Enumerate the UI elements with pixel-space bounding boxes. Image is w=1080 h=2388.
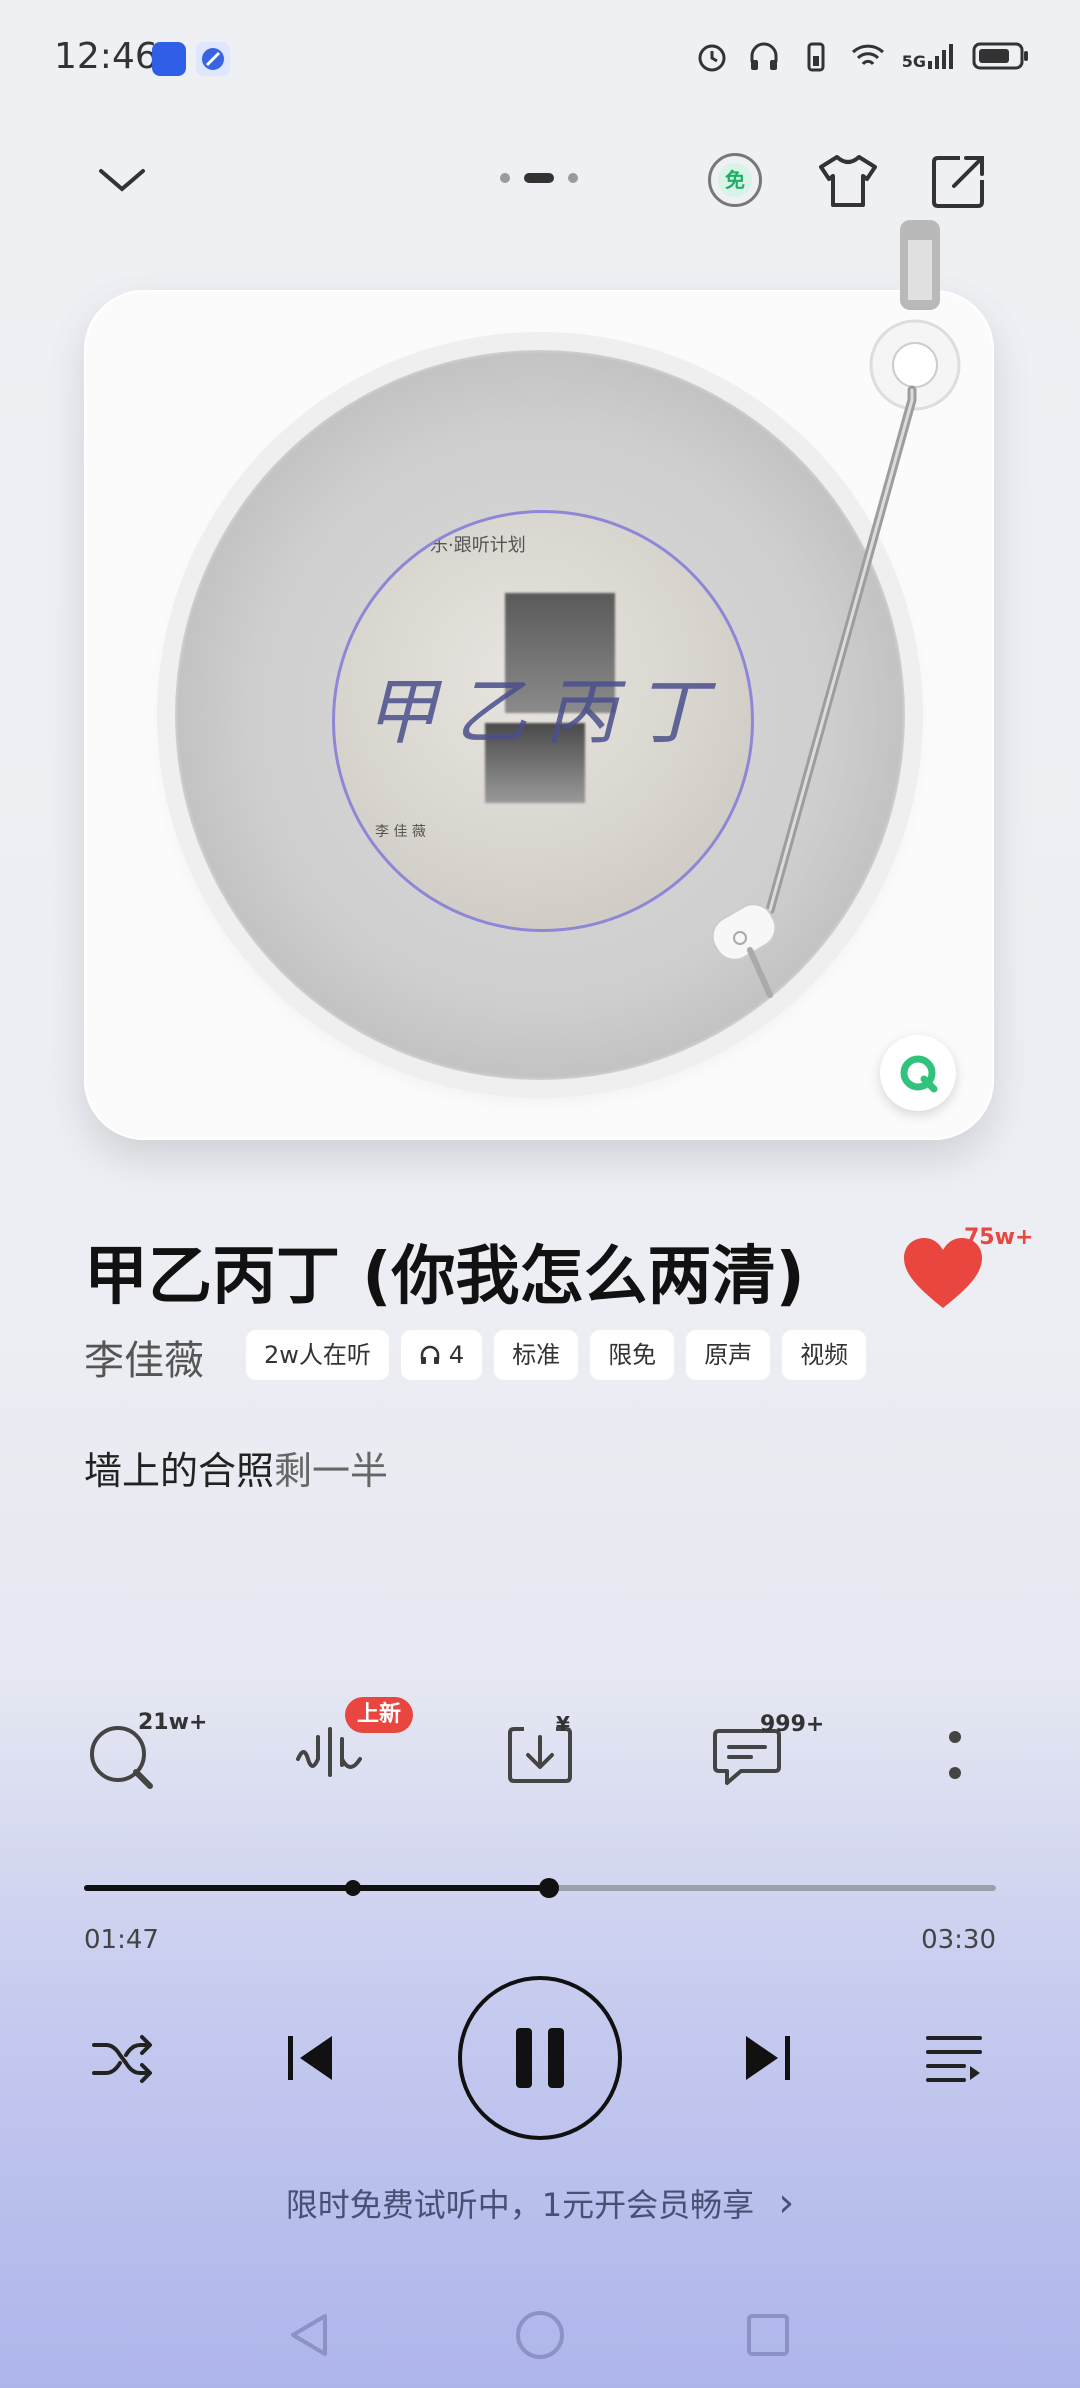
like-count: 75w+ — [964, 1225, 1034, 1250]
share-icon — [932, 156, 984, 208]
listen-together-count: 4 — [448, 1341, 465, 1369]
current-time: 01:47 — [84, 1925, 159, 1955]
lyric-unsung: 剩一半 — [274, 1449, 389, 1493]
quality-tag[interactable]: 标准 — [494, 1330, 579, 1380]
app-icon-blue — [152, 42, 186, 76]
progress-played — [84, 1885, 550, 1891]
next-button[interactable] — [728, 2018, 808, 2098]
download-price: ¥ — [556, 1712, 570, 1736]
free-icon: 免 — [708, 153, 762, 207]
previous-icon — [288, 2036, 332, 2080]
status-icons: 5G — [694, 38, 1030, 74]
page-dot — [500, 173, 510, 183]
recents-nav-button[interactable] — [738, 2305, 798, 2365]
more-button[interactable] — [900, 1700, 1010, 1810]
progress-thumb[interactable] — [539, 1878, 560, 1898]
original-tag[interactable]: 原声 — [686, 1330, 771, 1380]
search-count: 21w+ — [138, 1710, 208, 1735]
current-lyric[interactable]: 墙上的合照剩一半 — [84, 1440, 388, 1495]
shuffle-icon — [92, 2035, 152, 2083]
trial-text: 限时免费试听中，1元开会员畅享 — [285, 2186, 755, 2224]
qq-music-icon — [900, 1055, 938, 1093]
free-limited-tag[interactable]: 限免 — [590, 1330, 675, 1380]
battery-icon — [972, 42, 1028, 70]
song-tags: 2w人在听 4 标准 限免 原声 视频 — [246, 1330, 867, 1380]
album-artist: 李 佳 薇 — [375, 824, 426, 840]
free-button[interactable]: 免 — [705, 150, 765, 210]
playlist-button[interactable] — [914, 2018, 994, 2098]
next-icon — [746, 2036, 790, 2080]
signal-icon — [928, 44, 953, 69]
page-dot — [568, 173, 578, 183]
free-badge: 免 — [718, 163, 752, 197]
pause-button[interactable] — [458, 1976, 622, 2140]
comment-count: 999+ — [760, 1712, 825, 1737]
previous-button[interactable] — [270, 2018, 350, 2098]
headphones-icon — [420, 1345, 440, 1364]
climax-marker[interactable] — [345, 1880, 362, 1896]
listen-together-tag[interactable]: 4 — [400, 1330, 483, 1380]
page-indicator — [500, 173, 578, 183]
back-nav-button[interactable] — [280, 2305, 340, 2365]
back-triangle-icon — [291, 2314, 327, 2356]
collapse-button[interactable] — [92, 150, 152, 210]
recents-square-icon — [747, 2314, 789, 2356]
chevron-right-icon: › — [778, 2180, 795, 2226]
more-vertical-icon — [949, 1731, 961, 1779]
battery-saver-icon — [807, 42, 825, 72]
share-button[interactable] — [926, 148, 992, 214]
qq-music-button[interactable] — [880, 1035, 956, 1111]
playlist-icon — [926, 2036, 982, 2082]
tshirt-icon — [819, 155, 877, 207]
network-label: 5G — [901, 52, 926, 71]
shuffle-button[interactable] — [82, 2018, 162, 2098]
alarm-icon — [698, 44, 726, 72]
artist-name[interactable]: 李佳薇 — [84, 1328, 204, 1386]
total-time: 03:30 — [921, 1925, 996, 1955]
tonearm — [711, 220, 961, 998]
vip-trial-banner[interactable]: 限时免费试听中，1元开会员畅享 › — [0, 2180, 1080, 2226]
theme-button[interactable] — [815, 148, 881, 214]
page-dot-active — [524, 173, 554, 183]
download-button[interactable] — [485, 1700, 595, 1810]
lyric-sung: 墙上的合照 — [84, 1449, 275, 1493]
headphones-icon — [750, 42, 778, 70]
status-time: 12:46 — [54, 36, 158, 77]
wifi-icon — [851, 44, 884, 66]
new-badge: 上新 — [345, 1697, 413, 1733]
network-type: 5G — [902, 41, 956, 71]
home-nav-button[interactable] — [510, 2305, 570, 2365]
song-title: 甲乙丙丁 (你我怎么两清) — [84, 1240, 805, 1314]
home-circle-icon — [516, 2311, 564, 2359]
pause-icon — [516, 2028, 564, 2088]
listeners-tag[interactable]: 2w人在听 — [246, 1330, 389, 1380]
chevron-down-icon — [99, 169, 145, 192]
video-tag[interactable]: 视频 — [782, 1330, 867, 1380]
album-series: 乐·跟听计划 — [430, 535, 526, 556]
app-icon-compass — [196, 42, 230, 76]
